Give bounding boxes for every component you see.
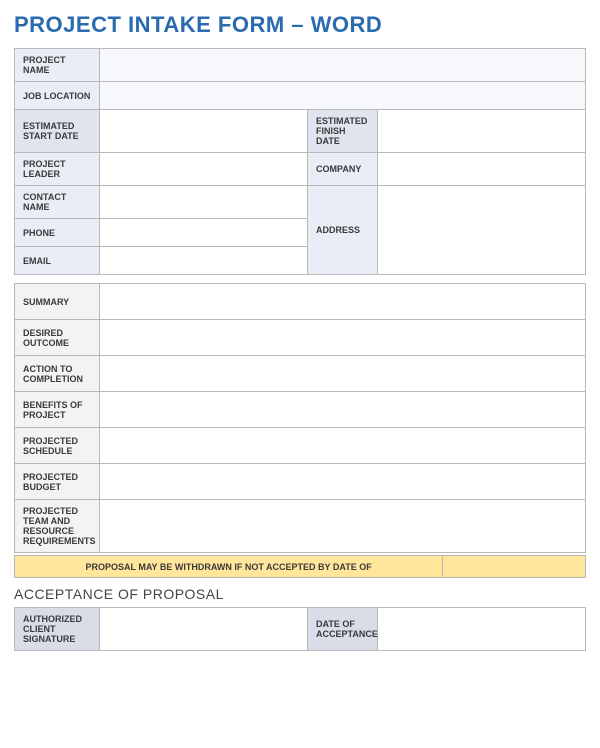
- label-schedule: PROJECTED SCHEDULE: [15, 428, 100, 464]
- input-project-leader[interactable]: [100, 153, 308, 186]
- label-estimated-start: ESTIMATED START DATE: [15, 110, 100, 153]
- label-desired-outcome: DESIRED OUTCOME: [15, 320, 100, 356]
- withdrawal-banner-label: PROPOSAL MAY BE WITHDRAWN IF NOT ACCEPTE…: [15, 556, 443, 578]
- input-project-name[interactable]: [100, 49, 586, 82]
- input-desired-outcome[interactable]: [100, 320, 586, 356]
- input-contact-name[interactable]: [100, 186, 308, 219]
- input-client-signature[interactable]: [100, 608, 308, 651]
- input-date-acceptance[interactable]: [378, 608, 586, 651]
- label-phone: PHONE: [15, 219, 100, 247]
- info-table: PROJECT NAME JOB LOCATION ESTIMATED STAR…: [14, 48, 586, 275]
- input-summary[interactable]: [100, 284, 586, 320]
- label-date-acceptance: DATE OF ACCEPTANCE: [308, 608, 378, 651]
- label-team-resource: PROJECTED TEAM AND RESOURCE REQUIREMENTS: [15, 500, 100, 553]
- input-schedule[interactable]: [100, 428, 586, 464]
- label-action-to-completion: ACTION TO COMPLETION: [15, 356, 100, 392]
- withdrawal-banner-date[interactable]: [443, 556, 586, 578]
- input-estimated-start[interactable]: [100, 110, 308, 153]
- banner-table: PROPOSAL MAY BE WITHDRAWN IF NOT ACCEPTE…: [14, 555, 586, 578]
- label-estimated-finish: ESTIMATED FINISH DATE: [308, 110, 378, 153]
- label-budget: PROJECTED BUDGET: [15, 464, 100, 500]
- label-company: COMPANY: [308, 153, 378, 186]
- input-team-resource[interactable]: [100, 500, 586, 553]
- label-contact-name: CONTACT NAME: [15, 186, 100, 219]
- details-table: SUMMARY DESIRED OUTCOME ACTION TO COMPLE…: [14, 283, 586, 553]
- input-benefits[interactable]: [100, 392, 586, 428]
- input-address[interactable]: [378, 186, 586, 275]
- input-email[interactable]: [100, 247, 308, 275]
- page-title: PROJECT INTAKE FORM – WORD: [14, 12, 586, 38]
- acceptance-table: AUTHORIZED CLIENT SIGNATURE DATE OF ACCE…: [14, 607, 586, 651]
- input-estimated-finish[interactable]: [378, 110, 586, 153]
- input-job-location[interactable]: [100, 82, 586, 110]
- label-client-signature: AUTHORIZED CLIENT SIGNATURE: [15, 608, 100, 651]
- label-summary: SUMMARY: [15, 284, 100, 320]
- label-address: ADDRESS: [308, 186, 378, 275]
- label-benefits: BENEFITS OF PROJECT: [15, 392, 100, 428]
- input-action-to-completion[interactable]: [100, 356, 586, 392]
- acceptance-heading: ACCEPTANCE OF PROPOSAL: [14, 586, 586, 602]
- label-job-location: JOB LOCATION: [15, 82, 100, 110]
- input-company[interactable]: [378, 153, 586, 186]
- input-budget[interactable]: [100, 464, 586, 500]
- label-email: EMAIL: [15, 247, 100, 275]
- label-project-name: PROJECT NAME: [15, 49, 100, 82]
- label-project-leader: PROJECT LEADER: [15, 153, 100, 186]
- input-phone[interactable]: [100, 219, 308, 247]
